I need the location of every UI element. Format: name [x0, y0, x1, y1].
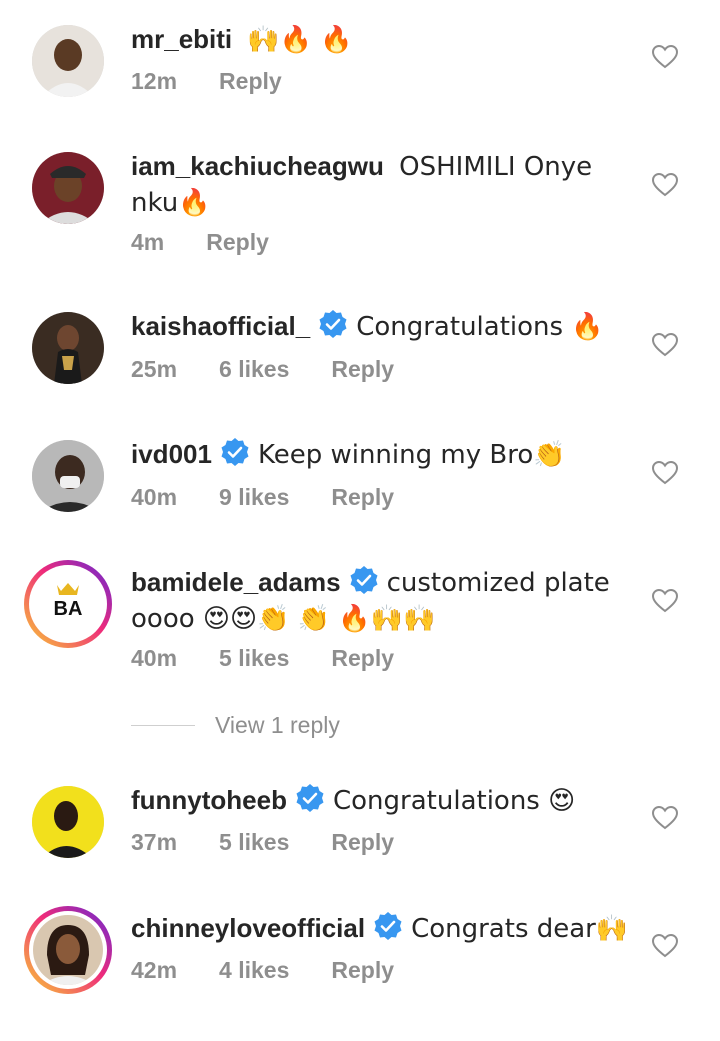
- like-count[interactable]: 5 likes: [219, 645, 289, 672]
- like-heart-icon[interactable]: [652, 45, 678, 69]
- comment-text: 🙌🔥 🔥: [247, 25, 353, 55]
- comment-time: 12m: [131, 68, 178, 94]
- avatar[interactable]: [32, 440, 104, 512]
- comment-username[interactable]: iam_kachiucheagwu: [131, 151, 384, 181]
- verified-badge-icon: [296, 784, 324, 812]
- reply-button[interactable]: Reply: [331, 957, 394, 984]
- comment-text: Congrats dear🙌: [411, 914, 629, 944]
- avatar-logo-text: BA: [54, 598, 83, 620]
- view-replies-button[interactable]: View 1 reply: [131, 712, 340, 739]
- avatar[interactable]: [32, 152, 104, 224]
- like-heart-icon[interactable]: [652, 589, 678, 613]
- comment-username[interactable]: ivd001: [131, 439, 212, 469]
- comment-username[interactable]: mr_ebiti: [131, 24, 232, 54]
- like-count[interactable]: 4 likes: [219, 957, 289, 984]
- like-count[interactable]: 9 likes: [219, 484, 289, 511]
- avatar-image: [32, 152, 104, 224]
- avatar[interactable]: [32, 25, 104, 97]
- comment-text: Congratulations 😍: [333, 786, 576, 816]
- avatar-image: [33, 915, 103, 985]
- reply-button[interactable]: Reply: [206, 229, 269, 256]
- reply-button[interactable]: Reply: [331, 484, 394, 511]
- like-heart-icon[interactable]: [652, 806, 678, 830]
- verified-badge-icon: [374, 912, 402, 940]
- comment-time: 25m: [131, 356, 178, 382]
- like-heart-icon[interactable]: [652, 333, 678, 357]
- verified-badge-icon: [350, 566, 378, 594]
- verified-badge-icon: [221, 438, 249, 466]
- avatar-image: BA: [33, 569, 103, 639]
- comment-text: Congratulations 🔥: [356, 312, 604, 342]
- comment-username[interactable]: kaishaofficial_: [131, 311, 310, 341]
- verified-badge-icon: [319, 310, 347, 338]
- avatar-image: [32, 312, 104, 384]
- comment-time: 37m: [131, 829, 178, 855]
- avatar-image: [32, 786, 104, 858]
- like-heart-icon[interactable]: [652, 461, 678, 485]
- avatar-image: [32, 25, 104, 97]
- comment-username[interactable]: funnytoheeb: [131, 785, 287, 815]
- like-count[interactable]: 6 likes: [219, 356, 289, 383]
- comment-time: 40m: [131, 645, 178, 671]
- avatar-story-ring[interactable]: [24, 906, 112, 994]
- reply-button[interactable]: Reply: [331, 356, 394, 383]
- avatar-image: [32, 440, 104, 512]
- view-replies-label: View 1 reply: [215, 712, 340, 738]
- like-heart-icon[interactable]: [652, 173, 678, 197]
- avatar[interactable]: [32, 786, 104, 858]
- avatar-story-ring[interactable]: BA: [24, 560, 112, 648]
- comment-time: 4m: [131, 229, 165, 255]
- replies-divider: [131, 725, 195, 726]
- avatar[interactable]: [32, 312, 104, 384]
- reply-button[interactable]: Reply: [331, 645, 394, 672]
- comment-time: 42m: [131, 957, 178, 983]
- comment-time: 40m: [131, 484, 178, 510]
- comment-text: Keep winning my Bro👏: [257, 440, 566, 470]
- like-heart-icon[interactable]: [652, 934, 678, 958]
- comment-username[interactable]: bamidele_adams: [131, 567, 341, 597]
- like-count[interactable]: 5 likes: [219, 829, 289, 856]
- reply-button[interactable]: Reply: [331, 829, 394, 856]
- comment-username[interactable]: chinneyloveofficial: [131, 913, 365, 943]
- reply-button[interactable]: Reply: [219, 68, 282, 95]
